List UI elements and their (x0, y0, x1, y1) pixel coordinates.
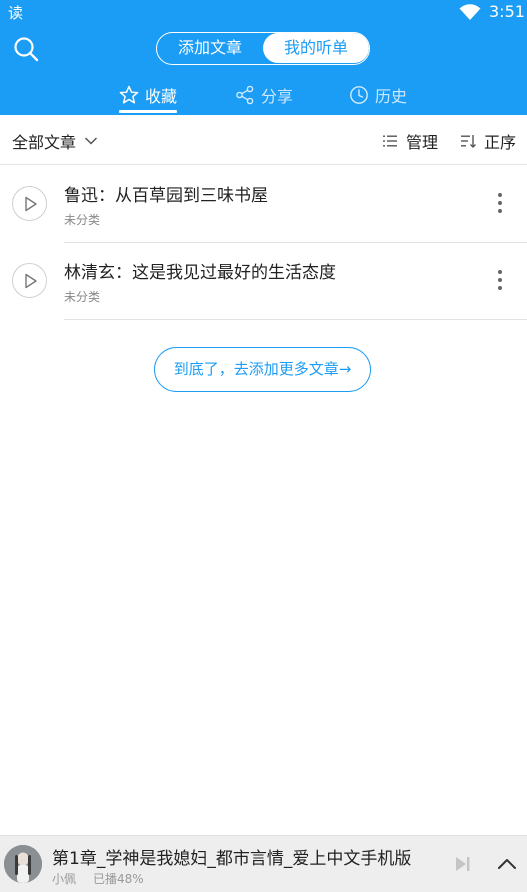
filter-label: 全部文章 (12, 133, 77, 152)
list-item[interactable]: 林清玄：这是我见过最好的生活态度 未分类 (0, 243, 527, 320)
status-app-label: 读 (8, 4, 24, 22)
chevron-up-icon[interactable] (496, 853, 518, 875)
order-label: 正序 (484, 133, 517, 152)
header: 读 3:51 添加文章 我的听单 收藏 分享 历史 (0, 0, 527, 115)
active-tab-indicator (119, 110, 177, 113)
list-icon (383, 135, 397, 147)
more-vert-icon[interactable] (488, 265, 512, 295)
share-icon (236, 85, 254, 105)
segment-my-playlist[interactable]: 我的听单 (263, 33, 369, 63)
article-filter-dropdown[interactable]: 全部文章 (12, 129, 98, 153)
segment-add-article[interactable]: 添加文章 (157, 33, 263, 63)
tab-bar: 收藏 分享 历史 (0, 78, 527, 115)
skip-next-icon[interactable] (451, 853, 473, 875)
list-toolbar: 全部文章 管理 正序 (0, 115, 527, 165)
play-button[interactable] (12, 263, 47, 298)
article-title: 林清玄：这是我见过最好的生活态度 (64, 263, 336, 283)
list-item[interactable]: 鲁迅：从百草园到三味书屋 未分类 (0, 166, 527, 243)
play-icon (25, 273, 37, 289)
player-track-title[interactable]: 第1章_学神是我媳妇_都市言情_爱上中文手机版 (52, 844, 411, 869)
tab-favorites-label: 收藏 (145, 87, 178, 106)
player-author: 小佩 (52, 872, 77, 886)
manage-button[interactable]: 管理 (382, 129, 438, 153)
tab-share[interactable]: 分享 (235, 80, 293, 110)
article-category: 未分类 (64, 213, 101, 227)
avatar-image (4, 845, 42, 883)
player-progress: 已播48% (93, 872, 144, 886)
segment-control: 添加文章 我的听单 (156, 32, 370, 65)
tab-share-label: 分享 (261, 87, 294, 106)
add-more-articles-button[interactable]: 到底了，去添加更多文章→ (154, 347, 371, 392)
sort-order-button[interactable]: 正序 (460, 129, 516, 153)
wifi-icon (459, 4, 481, 20)
clock-icon (350, 86, 368, 104)
tab-favorites[interactable]: 收藏 (119, 80, 177, 110)
play-button[interactable] (12, 186, 47, 221)
status-bar: 读 3:51 (0, 0, 527, 24)
tab-history[interactable]: 历史 (349, 80, 407, 110)
play-icon (25, 196, 37, 212)
article-title: 鲁迅：从百草园到三味书屋 (64, 186, 268, 206)
chevron-down-icon (84, 137, 98, 145)
cover-avatar[interactable] (4, 845, 42, 883)
search-icon[interactable] (12, 35, 40, 63)
status-time: 3:51 (489, 2, 525, 21)
mini-player[interactable]: 第1章_学神是我媳妇_都市言情_爱上中文手机版 小佩 已播48% (0, 835, 527, 892)
more-vert-icon[interactable] (488, 188, 512, 218)
sort-icon (461, 135, 476, 148)
star-icon (119, 85, 139, 104)
row-divider (64, 319, 527, 320)
article-category: 未分类 (64, 290, 101, 304)
tab-history-label: 历史 (375, 87, 408, 106)
manage-label: 管理 (406, 133, 439, 152)
